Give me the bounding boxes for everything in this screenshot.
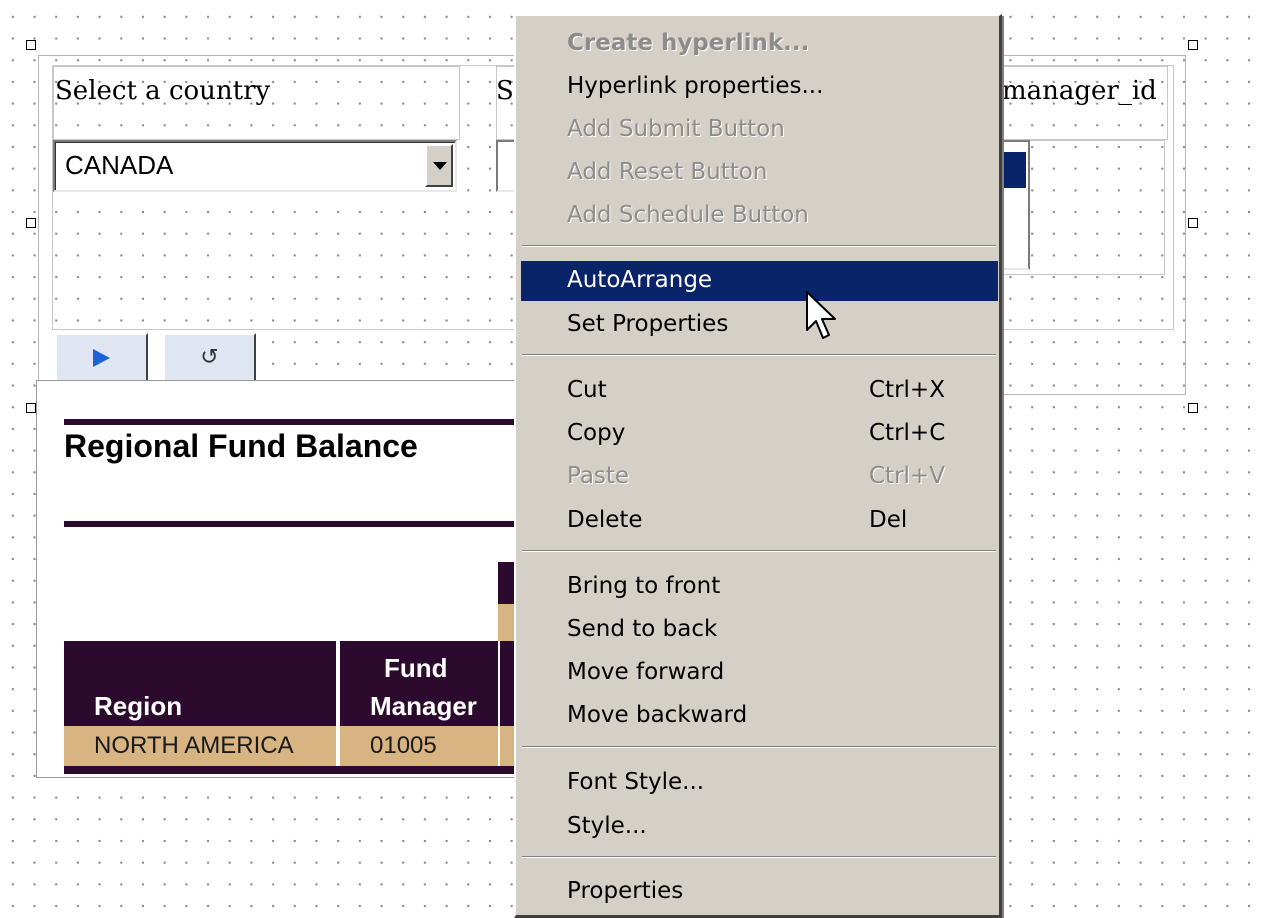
column-header-manager-label: Manager bbox=[370, 691, 477, 721]
table-cell-fund-manager: 01005 bbox=[338, 726, 498, 766]
menu-item-cut[interactable]: Cut Ctrl+X bbox=[521, 371, 998, 411]
selection-handle-top-left[interactable] bbox=[26, 40, 36, 50]
menu-separator bbox=[522, 746, 996, 748]
menu-item-hyperlink-properties[interactable]: Hyperlink properties... bbox=[521, 67, 998, 107]
report-title: Regional Fund Balance bbox=[64, 428, 418, 464]
menu-item-add-schedule-button[interactable]: Add Schedule Button bbox=[521, 196, 998, 236]
run-icon bbox=[93, 349, 110, 367]
menu-item-autoarrange[interactable]: AutoArrange bbox=[521, 261, 998, 301]
selection-handle-middle-left[interactable] bbox=[26, 218, 36, 228]
country-select[interactable]: CANADA bbox=[53, 140, 457, 192]
menu-item-copy[interactable]: Copy Ctrl+C bbox=[521, 414, 998, 454]
menu-separator bbox=[522, 245, 996, 247]
menu-item-move-forward[interactable]: Move forward bbox=[521, 653, 998, 693]
menu-item-add-reset-button[interactable]: Add Reset Button bbox=[521, 153, 998, 193]
menu-separator bbox=[522, 550, 996, 552]
menu-item-properties[interactable]: Properties bbox=[521, 872, 998, 912]
second-parameter-label: S bbox=[496, 76, 514, 106]
shortcut-paste: Ctrl+V bbox=[869, 463, 945, 489]
run-button[interactable] bbox=[55, 333, 148, 383]
mouse-pointer-icon bbox=[806, 291, 836, 339]
menu-separator bbox=[522, 856, 996, 858]
context-menu: Create hyperlink... Hyperlink properties… bbox=[514, 14, 1002, 918]
shortcut-copy: Ctrl+C bbox=[869, 420, 946, 446]
menu-item-style[interactable]: Style... bbox=[521, 807, 998, 847]
selection-handle-middle-right[interactable] bbox=[1188, 218, 1198, 228]
reset-button[interactable]: ↺ bbox=[163, 333, 256, 383]
menu-item-add-submit-button[interactable]: Add Submit Button bbox=[521, 110, 998, 150]
column-header-fund-manager: Fund Manager bbox=[338, 641, 498, 726]
menu-item-font-style[interactable]: Font Style... bbox=[521, 763, 998, 803]
menu-item-paste[interactable]: Paste Ctrl+V bbox=[521, 457, 998, 497]
shortcut-cut: Ctrl+X bbox=[869, 377, 945, 403]
selection-handle-bottom-left[interactable] bbox=[26, 403, 36, 413]
dropdown-arrow-icon[interactable] bbox=[425, 144, 453, 187]
table-cell-region: NORTH AMERICA bbox=[64, 726, 336, 766]
selection-handle-top-right[interactable] bbox=[1188, 40, 1198, 50]
menu-item-delete[interactable]: Delete Del bbox=[521, 501, 998, 541]
title-rule-bottom bbox=[64, 521, 514, 527]
column-header-region: Region bbox=[64, 641, 336, 726]
menu-item-create-hyperlink[interactable]: Create hyperlink... bbox=[521, 24, 998, 64]
menu-item-set-properties[interactable]: Set Properties bbox=[521, 305, 998, 345]
manager-id-label: manager_id bbox=[1002, 76, 1157, 106]
country-select-value: CANADA bbox=[65, 150, 174, 180]
menu-item-move-backward[interactable]: Move backward bbox=[521, 696, 998, 736]
menu-item-send-to-back[interactable]: Send to back bbox=[521, 610, 998, 650]
table-row-divider bbox=[64, 766, 516, 774]
column-header-fund-label: Fund bbox=[384, 653, 448, 683]
title-rule-top bbox=[64, 419, 514, 425]
reset-icon: ↺ bbox=[200, 345, 219, 370]
shortcut-delete: Del bbox=[869, 507, 908, 533]
selection-handle-bottom-right[interactable] bbox=[1188, 403, 1198, 413]
menu-item-bring-to-front[interactable]: Bring to front bbox=[521, 567, 998, 607]
column-header-region-label: Region bbox=[94, 691, 183, 721]
menu-separator bbox=[522, 354, 996, 356]
country-label: Select a country bbox=[55, 76, 271, 106]
